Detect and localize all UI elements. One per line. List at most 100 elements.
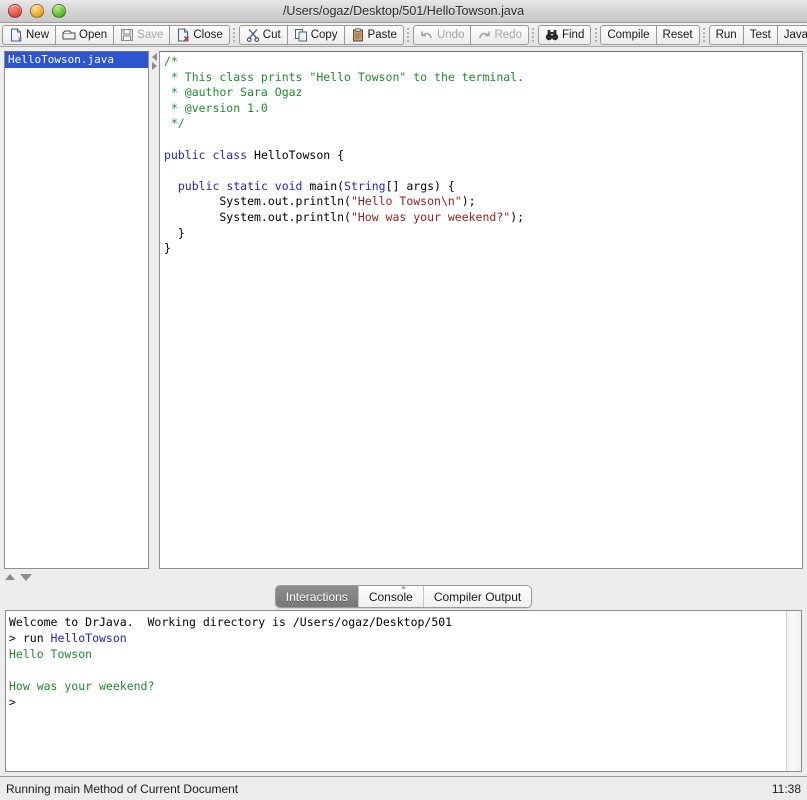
binoculars-icon xyxy=(545,28,559,42)
close-window-button[interactable] xyxy=(8,4,22,18)
toolbar-separator xyxy=(700,26,709,44)
toolbar-button-new[interactable]: New xyxy=(2,24,57,45)
toolbar-button-label: Save xyxy=(137,28,164,41)
toolbar-separator xyxy=(404,26,413,44)
text-span: ); xyxy=(510,209,525,224)
undo-arrow-icon xyxy=(420,28,434,42)
save-disk-icon xyxy=(120,28,134,42)
document-list[interactable]: HelloTowson.java xyxy=(4,51,149,569)
toolbar-button-label: Cut xyxy=(262,28,281,41)
clipboard-icon xyxy=(351,27,365,42)
text-span: } xyxy=(164,241,171,256)
window-title: /Users/ogaz/Desktop/501/HelloTowson.java xyxy=(282,4,525,18)
toolbar-separator xyxy=(230,26,239,44)
interactions-frame: Welcome to DrJava. Working directory is … xyxy=(5,610,802,772)
text-span: * This class prints "Hello Towson" to th… xyxy=(164,69,525,84)
copy-icon xyxy=(294,28,308,42)
toolbar-button-save: Save xyxy=(113,24,171,45)
text-span: "Hello Towson\n" xyxy=(350,194,462,209)
toolbar-button-find[interactable]: Find xyxy=(537,24,592,45)
window-titlebar: /Users/ogaz/Desktop/501/HelloTowson.java xyxy=(0,0,807,23)
toolbar-separator xyxy=(529,26,538,44)
interactions-text[interactable]: Welcome to DrJava. Working directory is … xyxy=(9,614,786,710)
window-controls xyxy=(8,4,66,18)
vertical-split-divider[interactable] xyxy=(149,51,159,569)
tab-console[interactable]: Console xyxy=(357,586,423,607)
toolbar-button-cut[interactable]: Cut xyxy=(238,24,288,45)
toolbar-group-4: Find xyxy=(537,24,592,45)
interactions-console[interactable]: Welcome to DrJava. Working directory is … xyxy=(6,611,786,771)
expand-right-arrow-icon[interactable] xyxy=(151,62,157,70)
toolbar-button-redo: Redo xyxy=(470,24,529,45)
toolbar-button-label: Test xyxy=(749,28,771,41)
text-span: Hello Towson xyxy=(9,647,93,661)
toolbar-button-label: Run xyxy=(715,28,737,41)
text-span xyxy=(164,179,178,193)
document-navigator-panel: HelloTowson.java xyxy=(4,51,149,569)
code-editor[interactable]: /* * This class prints "Hello Towson" to… xyxy=(160,52,802,568)
open-folder-icon xyxy=(62,28,76,42)
minimize-window-button[interactable] xyxy=(30,4,44,18)
drjava-window: /Users/ogaz/Desktop/501/HelloTowson.java… xyxy=(0,0,807,800)
toolbar-button-label: Javadoc xyxy=(783,28,807,41)
status-clock: 11:38 xyxy=(771,781,801,796)
text-span: > xyxy=(9,695,16,709)
text-span: main( xyxy=(309,178,345,193)
text-span: System.out.println( xyxy=(164,194,351,209)
toolbar-button-javadoc[interactable]: Javadoc xyxy=(776,24,807,45)
toolbar-button-label: Find xyxy=(561,28,585,41)
close-file-icon xyxy=(176,28,190,42)
text-span: HelloTowson { xyxy=(254,147,345,162)
status-bar: Running main Method of Current Document … xyxy=(0,776,807,800)
text-span: ); xyxy=(461,194,476,209)
text-span: /* xyxy=(164,54,178,68)
toolbar-button-label: Redo xyxy=(494,28,522,41)
toolbar-group-1: New Open Save Close xyxy=(2,24,230,45)
tab-compiler-output[interactable]: Compiler Output xyxy=(422,586,532,607)
code-editor-panel: /* * This class prints "Hello Towson" to… xyxy=(159,51,803,569)
collapse-left-arrow-icon[interactable] xyxy=(151,53,157,61)
toolbar-group-5: Compile Reset xyxy=(600,24,700,45)
text-span: } xyxy=(164,225,185,240)
toolbar-button-paste[interactable]: Paste xyxy=(343,24,404,45)
toolbar-button-close[interactable]: Close xyxy=(169,24,230,45)
toolbar-button-test[interactable]: Test xyxy=(742,24,778,45)
tab-interactions[interactable]: Interactions xyxy=(275,586,358,607)
document-list-item[interactable]: HelloTowson.java xyxy=(5,52,148,68)
toolbar-group-2: Cut Copy Paste xyxy=(238,24,404,45)
text-span: */ xyxy=(164,116,185,131)
main-content: HelloTowson.java /* * This class prints … xyxy=(0,47,807,776)
editor-split-area: HelloTowson.java /* * This class prints … xyxy=(0,47,807,569)
status-message: Running main Method of Current Document xyxy=(6,781,239,796)
interactions-vertical-scrollbar[interactable] xyxy=(786,611,801,771)
toolbar-button-compile[interactable]: Compile xyxy=(600,24,657,45)
toolbar-button-label: Copy xyxy=(310,28,338,41)
toolbar-button-open[interactable]: Open xyxy=(55,24,115,45)
new-file-icon xyxy=(9,28,23,42)
text-span: Welcome to DrJava. Working directory is … xyxy=(9,615,453,629)
text-span: > run xyxy=(9,631,51,645)
toolbar-button-copy[interactable]: Copy xyxy=(286,24,345,45)
text-span: * @version 1.0 xyxy=(164,100,268,115)
redo-arrow-icon xyxy=(477,28,491,42)
main-toolbar: New Open Save Close Cut Copy Paste Undo Redo Find… xyxy=(0,23,807,47)
code-text[interactable]: /* * This class prints "Hello Towson" to… xyxy=(164,54,802,257)
pane-resize-grip-icon[interactable]: ▴ xyxy=(399,582,409,591)
scissors-icon xyxy=(246,28,260,42)
toolbar-button-label: Close xyxy=(193,28,223,41)
interactions-pane: Welcome to DrJava. Working directory is … xyxy=(0,608,807,776)
text-span: How was your weekend? xyxy=(9,679,155,693)
toolbar-button-reset[interactable]: Reset xyxy=(655,24,700,45)
zoom-window-button[interactable] xyxy=(52,4,66,18)
text-span: public class xyxy=(164,147,255,162)
toolbar-button-undo: Undo xyxy=(412,24,472,45)
text-span: HelloTowson xyxy=(50,631,127,645)
text-span: System.out.println( xyxy=(164,209,351,224)
toolbar-button-label: Open xyxy=(79,28,108,41)
toolbar-button-run[interactable]: Run xyxy=(708,24,744,45)
text-span: public static void xyxy=(177,178,310,193)
toolbar-button-label: New xyxy=(26,28,50,41)
expand-up-arrow-icon[interactable] xyxy=(5,574,15,580)
toolbar-button-label: Compile xyxy=(607,28,650,41)
collapse-down-arrow-icon[interactable] xyxy=(20,573,32,581)
